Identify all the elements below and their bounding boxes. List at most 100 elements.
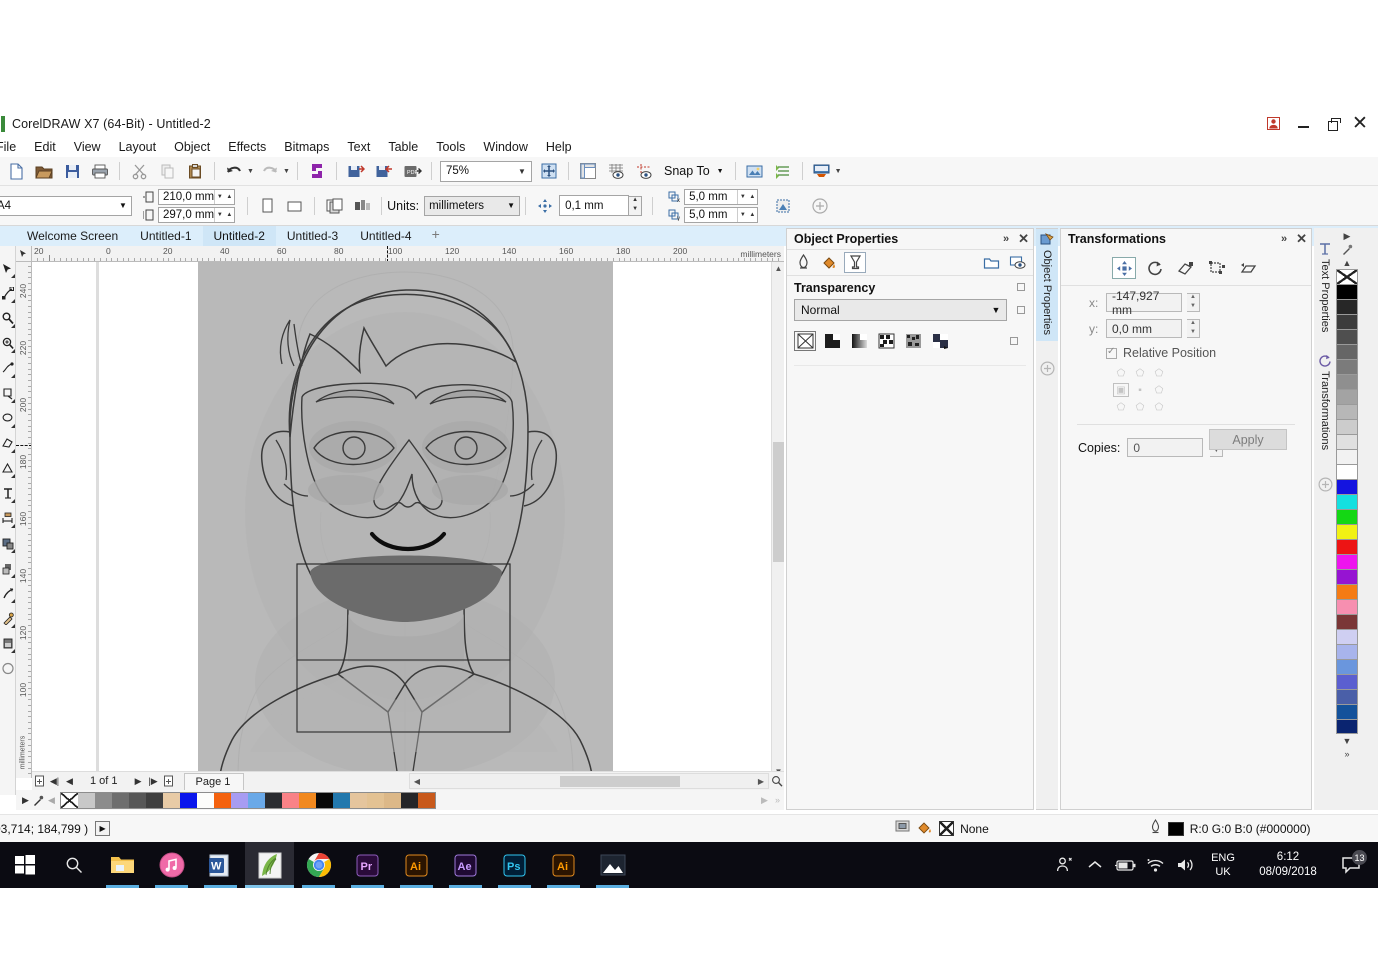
scale-and-mirror-mode-icon[interactable] <box>1174 257 1198 279</box>
color-swatch[interactable] <box>1336 689 1358 704</box>
position-mode-icon[interactable] <box>1112 257 1136 279</box>
color-swatch[interactable] <box>1336 524 1358 539</box>
color-swatch[interactable] <box>197 792 214 808</box>
relative-position-row[interactable]: Relative Position <box>1061 338 1311 360</box>
transparency-section-lock[interactable] <box>1017 282 1025 291</box>
artistic-media-tool-icon[interactable] <box>0 381 15 406</box>
collapse-docker-icon[interactable]: » <box>1281 233 1287 245</box>
fill-tab-icon[interactable] <box>818 252 840 273</box>
ruler-origin-button[interactable] <box>16 246 32 262</box>
zoom-level-combo[interactable]: 75% ▼ <box>440 160 532 182</box>
tab-untitled-4[interactable]: Untitled-4 <box>349 226 422 246</box>
restore-button[interactable] <box>1318 111 1348 136</box>
close-docker-icon[interactable]: ✕ <box>1018 231 1029 247</box>
menu-window[interactable]: Window <box>474 138 536 156</box>
smart-fill-tool-icon[interactable] <box>0 656 15 681</box>
vertical-scroll-thumb[interactable] <box>773 442 784 562</box>
search-icon[interactable] <box>49 842 98 888</box>
fountain-transparency-icon[interactable] <box>848 331 870 351</box>
menu-object[interactable]: Object <box>165 138 219 156</box>
pick-tool-icon[interactable] <box>0 256 15 281</box>
palette-pick-icon[interactable]: ▶ <box>1337 230 1357 243</box>
palette-scroll-up-icon[interactable]: ▶ <box>19 792 32 808</box>
menu-table[interactable]: Table <box>379 138 427 156</box>
nudge-offset-spinner[interactable]: ▲ ▼ <box>629 195 643 216</box>
show-hidden-icons-icon[interactable] <box>1080 842 1110 888</box>
copy-icon[interactable] <box>154 159 180 183</box>
text-tool-icon[interactable] <box>0 481 15 506</box>
drop-shadow-tool-icon[interactable] <box>0 556 15 581</box>
color-swatch[interactable] <box>299 792 316 808</box>
adobe-after-effects-icon[interactable]: Ae <box>441 842 490 888</box>
color-swatch[interactable] <box>146 792 163 808</box>
vertical-ruler[interactable]: 240 220 200 180 160 140 120 100 millimet… <box>16 262 32 778</box>
export-icon[interactable] <box>371 159 397 183</box>
color-swatch[interactable] <box>1336 389 1358 404</box>
page-height-field[interactable]: 297,0 mm ▼ ▲ <box>158 206 236 223</box>
volume-icon[interactable] <box>1170 842 1200 888</box>
chevron-down-icon[interactable]: ▼ <box>513 167 531 176</box>
copies-field[interactable]: 0 <box>1127 438 1204 457</box>
full-screen-preview-icon[interactable] <box>742 159 768 183</box>
color-swatch[interactable] <box>1336 434 1358 449</box>
screen-color-icon[interactable] <box>895 820 910 837</box>
transform-x-field[interactable]: -147,927 mm <box>1106 289 1182 317</box>
duplicate-x-spinner[interactable]: ▼ ▲ <box>737 189 757 204</box>
chevron-down-icon[interactable]: ▼ <box>717 168 724 175</box>
portrait-orientation-icon[interactable] <box>254 194 280 218</box>
merge-mode-lock[interactable] <box>1017 306 1025 314</box>
import-icon[interactable] <box>343 159 369 183</box>
zoom-tool-icon[interactable] <box>0 331 15 356</box>
tab-untitled-2[interactable]: Untitled-2 <box>202 226 276 246</box>
transparency-tab-icon[interactable] <box>844 252 866 273</box>
color-swatch-column[interactable] <box>1336 269 1358 734</box>
menu-tools[interactable]: Tools <box>427 138 474 156</box>
color-swatch[interactable] <box>1336 359 1358 374</box>
wifi-icon[interactable] <box>1140 842 1170 888</box>
redo-icon[interactable] <box>257 159 283 183</box>
transform-x-spinner[interactable]: ▲ ▼ <box>1187 293 1200 312</box>
menu-view[interactable]: View <box>65 138 110 156</box>
palette-scroll-down-icon[interactable]: ▼ <box>1337 734 1357 747</box>
collapse-docker-icon[interactable]: » <box>1003 233 1009 245</box>
parallel-dimension-tool-icon[interactable] <box>0 506 15 531</box>
close-docker-icon[interactable]: ✕ <box>1296 231 1307 247</box>
menu-edit[interactable]: Edit <box>25 138 65 156</box>
vector-pattern-transparency-icon[interactable] <box>875 331 897 351</box>
chevron-down-icon[interactable]: ▼ <box>986 305 1006 315</box>
adobe-photoshop-icon[interactable]: Ps <box>490 842 539 888</box>
export-to-pdf-icon[interactable]: PDF <box>399 159 425 183</box>
menu-help[interactable]: Help <box>537 138 581 156</box>
microsoft-word-icon[interactable]: W <box>196 842 245 888</box>
tab-untitled-3[interactable]: Untitled-3 <box>276 226 349 246</box>
tab-untitled-1[interactable]: Untitled-1 <box>129 226 202 246</box>
color-swatch[interactable] <box>1336 494 1358 509</box>
color-swatch[interactable] <box>1336 539 1358 554</box>
transform-y-field[interactable]: 0,0 mm <box>1106 319 1182 338</box>
color-swatch[interactable] <box>95 792 112 808</box>
color-swatch[interactable] <box>265 792 282 808</box>
color-swatch[interactable] <box>1336 284 1358 299</box>
tab-welcome-screen[interactable]: Welcome Screen <box>16 226 129 246</box>
anchor-top-right[interactable]: ⬠ <box>1151 366 1167 380</box>
transparency-tool-icon[interactable] <box>0 581 15 606</box>
bitmap-pattern-transparency-icon[interactable] <box>902 331 924 351</box>
swatch-none[interactable] <box>61 792 78 808</box>
interactive-fill-tool-icon[interactable] <box>0 631 15 656</box>
add-page-after-icon[interactable] <box>161 773 176 789</box>
anchor-bottom-left[interactable]: ⬠ <box>1113 400 1129 414</box>
photos-icon[interactable] <box>588 842 637 888</box>
canvas-vertical-scrollbar[interactable]: ▲ ▼ <box>771 262 784 778</box>
scroll-right-icon[interactable]: ▶ <box>754 777 768 786</box>
color-swatch[interactable] <box>1336 464 1358 479</box>
color-swatch[interactable] <box>248 792 265 808</box>
merge-mode-combo[interactable]: Normal ▼ <box>794 299 1007 321</box>
adobe-illustrator-2-icon[interactable]: Ai <box>539 842 588 888</box>
print-icon[interactable] <box>87 159 113 183</box>
coreldraw-icon[interactable] <box>245 842 294 888</box>
menu-text[interactable]: Text <box>338 138 379 156</box>
color-eyedropper-tool-icon[interactable] <box>0 606 15 631</box>
all-pages-icon[interactable] <box>321 194 347 218</box>
minimize-button[interactable] <box>1288 111 1318 136</box>
transform-y-spinner[interactable]: ▲ ▼ <box>1187 319 1200 338</box>
